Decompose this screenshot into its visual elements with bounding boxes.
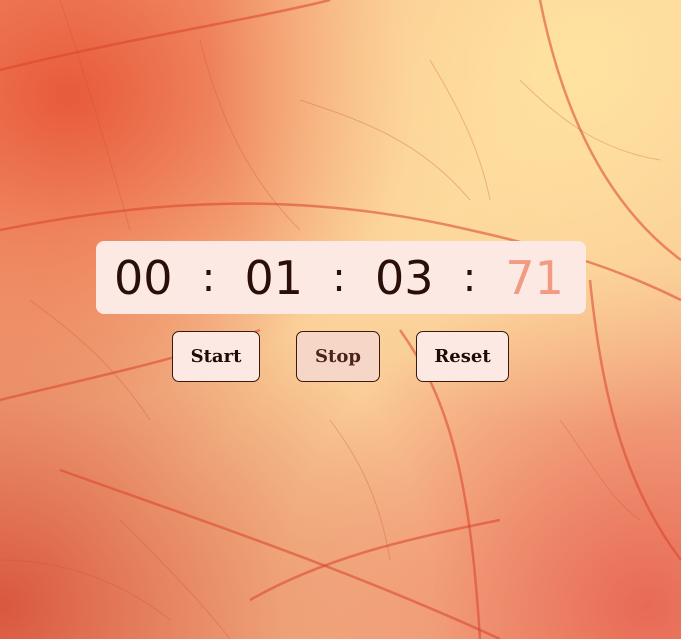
hours-value: 00 [114,250,173,305]
seconds-value: 03 [374,250,434,305]
stop-button[interactable]: Stop [296,331,380,382]
stopwatch-display: 00 : 01 : 03 : 71 [96,241,586,314]
separator-colon: : [201,254,216,301]
separator-colon: : [332,254,346,301]
minutes-value: 01 [244,250,304,305]
centiseconds-value: 71 [505,250,564,305]
leaf-background-image [0,0,681,639]
separator-colon: : [462,254,477,301]
reset-button[interactable]: Reset [416,331,509,382]
start-button[interactable]: Start [172,331,260,382]
